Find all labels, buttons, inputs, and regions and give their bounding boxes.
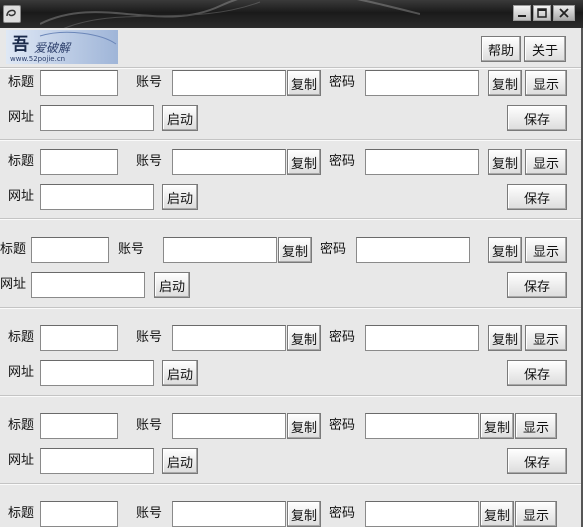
launch-button[interactable]: 启动 — [162, 360, 198, 386]
svg-text:爱破解: 爱破解 — [34, 41, 72, 55]
copy-account-button[interactable]: 复制 — [287, 70, 321, 96]
password-field[interactable] — [365, 149, 479, 175]
show-password-button[interactable]: 显示 — [515, 413, 557, 439]
show-password-button[interactable]: 显示 — [525, 325, 567, 351]
title-label: 标题 — [8, 330, 35, 345]
copy-password-button[interactable]: 复制 — [488, 70, 522, 96]
divider — [0, 307, 581, 309]
copy-password-button[interactable]: 复制 — [480, 413, 514, 439]
copy-password-button[interactable]: 复制 — [488, 149, 522, 175]
title-field[interactable] — [31, 237, 109, 263]
logo: 吾 爱破解 www.52pojie.cn — [6, 30, 118, 64]
copy-account-button[interactable]: 复制 — [278, 237, 312, 263]
title-field[interactable] — [40, 501, 118, 527]
divider — [0, 67, 581, 69]
url-field[interactable] — [40, 184, 154, 210]
title-field[interactable] — [40, 413, 118, 439]
account-label: 账号 — [136, 418, 163, 433]
title-label: 标题 — [8, 75, 35, 90]
account-field[interactable] — [172, 501, 286, 527]
password-field[interactable] — [365, 325, 479, 351]
account-label: 账号 — [136, 75, 163, 90]
title-label: 标题 — [8, 418, 35, 433]
url-label: 网址 — [0, 277, 27, 292]
account-field[interactable] — [163, 237, 277, 263]
close-button[interactable] — [553, 5, 575, 21]
url-field[interactable] — [40, 105, 154, 131]
password-label: 密码 — [329, 75, 356, 90]
divider — [0, 218, 581, 220]
copy-account-button[interactable]: 复制 — [287, 325, 321, 351]
launch-button[interactable]: 启动 — [162, 448, 198, 474]
close-icon — [559, 8, 569, 18]
password-field[interactable] — [356, 237, 470, 263]
launch-button[interactable]: 启动 — [154, 272, 190, 298]
about-button[interactable]: 关于 — [524, 36, 566, 62]
password-label: 密码 — [329, 506, 356, 521]
minimize-button[interactable] — [513, 5, 531, 21]
show-password-button[interactable]: 显示 — [525, 70, 567, 96]
url-label: 网址 — [8, 365, 35, 380]
account-label: 账号 — [136, 506, 163, 521]
password-field[interactable] — [365, 70, 479, 96]
account-label: 账号 — [136, 154, 163, 169]
url-label: 网址 — [8, 189, 35, 204]
password-label: 密码 — [329, 330, 356, 345]
copy-password-button[interactable]: 复制 — [488, 325, 522, 351]
save-button[interactable]: 保存 — [507, 272, 567, 298]
title-field[interactable] — [40, 70, 118, 96]
account-field[interactable] — [172, 149, 286, 175]
title-label: 标题 — [8, 154, 35, 169]
svg-text:吾: 吾 — [12, 35, 29, 55]
url-field[interactable] — [40, 448, 154, 474]
title-label: 标题 — [8, 506, 35, 521]
app-icon — [3, 5, 21, 23]
url-label: 网址 — [8, 453, 35, 468]
help-button[interactable]: 帮助 — [481, 36, 521, 62]
divider — [0, 139, 581, 141]
show-password-button[interactable]: 显示 — [525, 237, 567, 263]
maximize-button[interactable] — [533, 5, 551, 21]
window-titlebar — [0, 0, 583, 28]
save-button[interactable]: 保存 — [507, 184, 567, 210]
password-field[interactable] — [365, 501, 479, 527]
launch-button[interactable]: 启动 — [162, 184, 198, 210]
account-field[interactable] — [172, 70, 286, 96]
account-label: 账号 — [136, 330, 163, 345]
titlebar-ornament — [40, 0, 420, 28]
copy-password-button[interactable]: 复制 — [488, 237, 522, 263]
save-button[interactable]: 保存 — [507, 448, 567, 474]
password-label: 密码 — [320, 242, 347, 257]
launch-button[interactable]: 启动 — [162, 105, 198, 131]
show-password-button[interactable]: 显示 — [515, 501, 557, 527]
copy-account-button[interactable]: 复制 — [287, 501, 321, 527]
copy-account-button[interactable]: 复制 — [287, 149, 321, 175]
account-field[interactable] — [172, 413, 286, 439]
show-password-button[interactable]: 显示 — [525, 149, 567, 175]
divider — [0, 395, 581, 397]
save-button[interactable]: 保存 — [507, 360, 567, 386]
copy-password-button[interactable]: 复制 — [480, 501, 514, 527]
title-label: 标题 — [0, 242, 27, 257]
url-field[interactable] — [40, 360, 154, 386]
svg-text:www.52pojie.cn: www.52pojie.cn — [10, 55, 65, 63]
url-field[interactable] — [31, 272, 145, 298]
divider — [0, 483, 581, 485]
title-field[interactable] — [40, 325, 118, 351]
save-button[interactable]: 保存 — [507, 105, 567, 131]
password-field[interactable] — [365, 413, 479, 439]
password-label: 密码 — [329, 154, 356, 169]
main-panel: 吾 爱破解 www.52pojie.cn 帮助 关于 标题 账号 复制 密码 复… — [0, 28, 583, 527]
password-label: 密码 — [329, 418, 356, 433]
copy-account-button[interactable]: 复制 — [287, 413, 321, 439]
url-label: 网址 — [8, 110, 35, 125]
maximize-icon — [537, 8, 547, 18]
title-field[interactable] — [40, 149, 118, 175]
account-field[interactable] — [172, 325, 286, 351]
account-label: 账号 — [118, 242, 145, 257]
minimize-icon — [518, 15, 526, 17]
